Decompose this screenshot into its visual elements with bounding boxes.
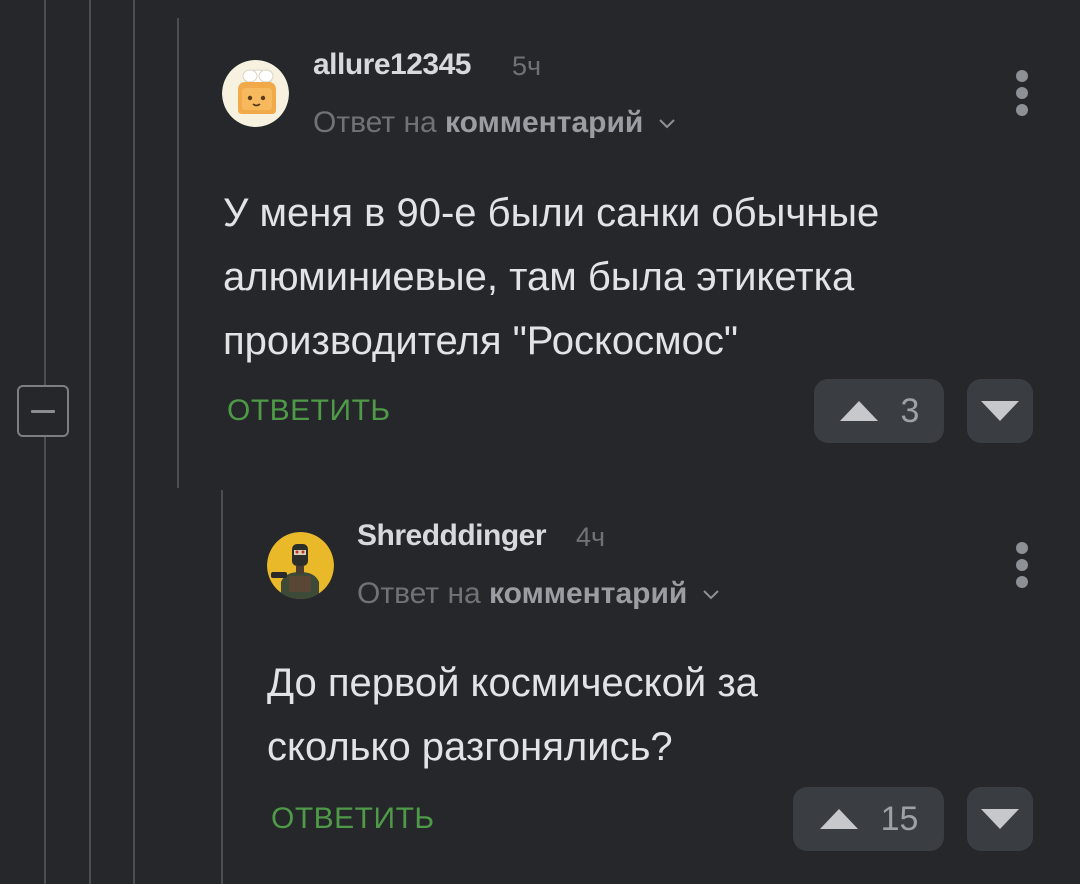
rating-count: 15: [880, 799, 919, 838]
thread-line-1: [44, 0, 46, 884]
upvote-button[interactable]: 3: [814, 379, 944, 443]
armored-soldier-avatar-icon: [267, 532, 334, 599]
reply-prefix: Ответ на: [313, 106, 437, 139]
upvote-button[interactable]: 15: [793, 787, 944, 851]
comment-menu-button[interactable]: [1012, 68, 1032, 118]
thread-line-3: [133, 0, 135, 884]
thread-line-5: [221, 490, 223, 884]
dot-icon: [1016, 104, 1028, 116]
chevron-down-icon: [703, 590, 719, 600]
collapse-thread-button[interactable]: [17, 385, 69, 437]
reply-button[interactable]: ОТВЕТИТЬ: [227, 394, 391, 428]
chevron-down-icon: [659, 119, 675, 129]
reply-target: комментарий: [489, 577, 688, 610]
comment-text: У меня в 90-е были санки обычные алюмини…: [223, 191, 880, 363]
triangle-down-icon: [981, 401, 1019, 421]
reply-button[interactable]: ОТВЕТИТЬ: [271, 802, 435, 836]
triangle-down-icon: [981, 809, 1019, 829]
minus-icon: [31, 410, 55, 413]
comment-time: 5ч: [512, 51, 542, 81]
avatar[interactable]: [267, 532, 334, 599]
comment-time: 4ч: [576, 522, 606, 552]
rating-count: 3: [900, 391, 920, 430]
triangle-up-icon: [819, 809, 858, 829]
dot-icon: [1016, 542, 1028, 554]
reply-prefix: Ответ на: [357, 577, 481, 610]
avatar[interactable]: [222, 60, 289, 127]
thread-line-2: [89, 0, 91, 884]
comment-author[interactable]: allure12345: [313, 48, 471, 82]
reply-to-link[interactable]: Ответ на комментарий: [357, 577, 720, 611]
downvote-button[interactable]: [967, 379, 1033, 443]
reply-target: комментарий: [445, 106, 644, 139]
dot-icon: [1016, 576, 1028, 588]
chef-toast-avatar-icon: [222, 60, 289, 127]
dot-icon: [1016, 70, 1028, 82]
thread-line-4: [177, 18, 179, 488]
comment-menu-button[interactable]: [1012, 540, 1032, 590]
comment-author[interactable]: Shredddinger: [357, 519, 547, 553]
dot-icon: [1016, 559, 1028, 571]
reply-to-link[interactable]: Ответ на комментарий: [313, 106, 676, 140]
triangle-up-icon: [839, 401, 878, 421]
dot-icon: [1016, 87, 1028, 99]
downvote-button[interactable]: [967, 787, 1033, 851]
comment-text: До первой космической за сколько разгоня…: [267, 661, 758, 769]
